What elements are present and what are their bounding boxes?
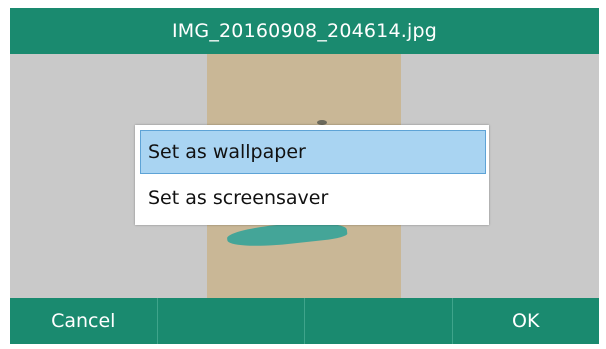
menu-item-set-as-wallpaper[interactable]: Set as wallpaper (140, 130, 486, 174)
image-filename-title: IMG_20160908_204614.jpg (172, 20, 437, 42)
phone-screen: IMG_20160908_204614.jpg Set as wallpaper… (10, 8, 599, 344)
options-popup-menu: Set as wallpaper Set as screensaver (135, 125, 489, 225)
softkey-bar: Cancel OK (10, 298, 599, 344)
empty-softkey-3[interactable] (305, 298, 453, 344)
ok-softkey[interactable]: OK (453, 298, 600, 344)
menu-item-set-as-screensaver[interactable]: Set as screensaver (140, 176, 486, 220)
cancel-softkey[interactable]: Cancel (10, 298, 158, 344)
title-bar: IMG_20160908_204614.jpg (10, 8, 599, 54)
empty-softkey-2[interactable] (158, 298, 305, 344)
image-viewer: Set as wallpaper Set as screensaver (10, 54, 599, 298)
